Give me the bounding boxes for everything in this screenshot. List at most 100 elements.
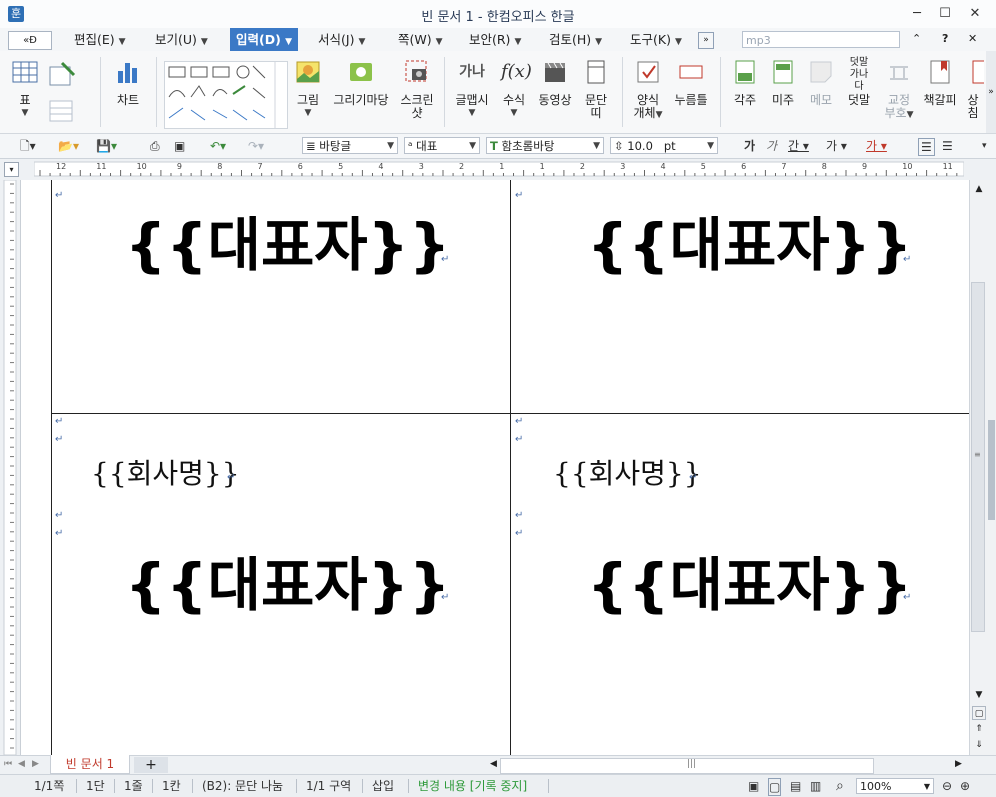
menu-insert[interactable]: 입력(D) ▼: [230, 28, 299, 51]
menu-format[interactable]: 서식(J) ▼: [318, 28, 365, 51]
endnote-icon: [773, 60, 793, 84]
scroll-left-icon[interactable]: ◀: [490, 759, 497, 769]
page-down-icon[interactable]: ⇓: [972, 738, 986, 752]
prev-page-icon[interactable]: ▢: [972, 706, 986, 720]
justify-button[interactable]: ☰: [918, 138, 935, 156]
vertical-ruler[interactable]: [0, 179, 21, 756]
tab-prev-icon[interactable]: ◀: [18, 759, 25, 769]
menu-more-button[interactable]: »: [698, 32, 714, 49]
format-toolbar: 🗋▾ 📂▾ 💾▾ ⎙ ▣ ↶▾ ↷▾ ≣ 바탕글 ▼ ᵃ 대표 ▼ T 함초롬바탕 ▼…: [0, 134, 996, 159]
tab-first-icon[interactable]: ⏮: [4, 759, 12, 769]
bookmark-button[interactable]: 책갈피: [920, 51, 960, 133]
table-button[interactable]: 표 ▼: [6, 51, 44, 133]
more-button[interactable]: 상 침: [962, 51, 984, 133]
representative-field[interactable]: {{대표자}}: [587, 198, 912, 282]
undo-icon[interactable]: ↶▾: [210, 138, 226, 154]
paragraph-mark: ↵: [903, 254, 912, 265]
vertical-scroll-thumb[interactable]: ≡: [971, 282, 985, 632]
status-track-changes[interactable]: 변경 내용 [기록 중지]: [418, 778, 527, 794]
endnote-button[interactable]: 미주: [766, 51, 800, 133]
preview-icon[interactable]: ▣: [174, 138, 185, 154]
view-page-icon[interactable]: ▢: [768, 778, 782, 796]
scroll-down-icon[interactable]: ▼: [972, 688, 986, 702]
company-field[interactable]: {{회사명}}: [553, 452, 702, 492]
shape-gallery[interactable]: [164, 61, 288, 129]
formula-button[interactable]: f(x) 수식 ▼: [496, 51, 532, 133]
representative-field[interactable]: {{대표자}}: [587, 538, 912, 622]
ruler-corner-button[interactable]: ▾: [4, 162, 19, 177]
view-two-page-icon[interactable]: ▤: [790, 778, 801, 794]
view-outline-icon[interactable]: ▥: [810, 778, 821, 794]
help-icon[interactable]: ?: [942, 32, 948, 45]
proof-mark-button[interactable]: 교정 부호▼: [880, 51, 918, 133]
underline-button[interactable]: 간 ▾: [788, 138, 809, 154]
bold-button[interactable]: 가: [744, 138, 755, 154]
open-icon[interactable]: 📂▾: [58, 138, 79, 154]
table-draw-icon[interactable]: [48, 99, 76, 123]
scroll-up-icon[interactable]: ▲: [972, 182, 986, 196]
minimize-button[interactable]: ─: [902, 4, 932, 24]
pressbar-button[interactable]: 누름틀: [670, 51, 712, 133]
company-field[interactable]: {{회사명}}: [91, 452, 240, 492]
cell-style-icon[interactable]: [48, 59, 78, 89]
toolbar-more-icon[interactable]: ▾: [982, 138, 987, 154]
new-doc-icon[interactable]: 🗋▾: [20, 138, 36, 154]
font-select[interactable]: T 함초롬바탕 ▼: [486, 137, 604, 154]
ruler-number: 5: [338, 162, 344, 171]
horizontal-scrollbar[interactable]: |||: [500, 758, 874, 774]
chart-button[interactable]: 차트: [108, 51, 148, 133]
scroll-right-icon[interactable]: ▶: [955, 759, 962, 769]
style-select[interactable]: ≣ 바탕글 ▼: [302, 137, 398, 154]
font-color-button[interactable]: 가 ▾: [866, 138, 887, 154]
footnote-button[interactable]: 각주: [728, 51, 762, 133]
menu-edit[interactable]: 편집(E) ▼: [74, 28, 126, 51]
close-button[interactable]: ✕: [960, 4, 990, 24]
menu-page[interactable]: 쪽(W) ▼: [398, 28, 443, 51]
file-menu-button[interactable]: «Ð: [8, 31, 52, 50]
print-icon[interactable]: ⎙: [150, 138, 160, 154]
redo-icon[interactable]: ↷▾: [248, 138, 264, 154]
zoom-in-icon[interactable]: ⊕: [960, 778, 970, 794]
tab-next-icon[interactable]: ▶: [32, 759, 39, 769]
zoom-out-icon[interactable]: ⊖: [942, 778, 952, 794]
representative-field[interactable]: {{대표자}}: [125, 538, 450, 622]
font-size-select[interactable]: ⇳ 10.0 pt ▼: [610, 137, 718, 154]
memo-button[interactable]: 메모: [804, 51, 838, 133]
representative-field[interactable]: {{대표자}}: [125, 198, 450, 282]
menu-tools[interactable]: 도구(K) ▼: [630, 28, 682, 51]
zoom-select[interactable]: 100% ▼: [856, 778, 934, 794]
ribbon-collapse-icon[interactable]: ⌃: [912, 32, 921, 45]
menu-security[interactable]: 보안(R) ▼: [469, 28, 521, 51]
document-tab[interactable]: 빈 문서 1: [50, 755, 130, 774]
document-canvas[interactable]: ↵ {{대표자}} ↵ ↵ {{대표자}} ↵ ↵ ↵ {{회사명}} ↵ ↵ …: [21, 180, 969, 755]
ruler-number: 2: [459, 162, 465, 171]
zoom-icon[interactable]: ⌕: [836, 778, 844, 794]
view-normal-icon[interactable]: ▣: [748, 778, 759, 794]
overlap-text-button[interactable]: 덧말 가나다 덧말: [840, 51, 878, 133]
ruler-number: 12: [56, 162, 67, 171]
page-up-icon[interactable]: ⇑: [972, 722, 986, 736]
menu-review[interactable]: 검토(H) ▼: [549, 28, 602, 51]
horizontal-ruler[interactable]: ▾ 12 11 10 9 8 7 6 5 4 3 2 1 1 2 3 4 5 6 7 8 9 10 11: [0, 159, 996, 181]
picture-button[interactable]: 그림 ▼: [292, 51, 324, 133]
drawing-market-button[interactable]: 그리기마당: [330, 51, 392, 133]
search-input[interactable]: mp3: [742, 31, 900, 48]
italic-button[interactable]: 가: [766, 138, 777, 154]
save-icon[interactable]: 💾▾: [96, 138, 117, 154]
align-left-button[interactable]: ☰: [942, 138, 953, 154]
strikethrough-button[interactable]: 가 ▾: [826, 138, 847, 154]
form-object-icon: [637, 61, 659, 83]
language-select[interactable]: ᵃ 대표 ▼: [404, 137, 480, 154]
ribbon-scroll-icon[interactable]: »: [986, 51, 996, 133]
wordart-button[interactable]: 가나 글맵시 ▼: [452, 51, 492, 133]
video-button[interactable]: 동영상: [534, 51, 576, 133]
screenshot-button[interactable]: 스크린 샷: [396, 51, 438, 133]
status-mode[interactable]: 삽입: [372, 778, 394, 794]
form-object-button[interactable]: 양식 개체▼: [630, 51, 666, 133]
maximize-button[interactable]: ☐: [930, 4, 960, 24]
doc-close-icon[interactable]: ✕: [968, 32, 977, 45]
add-tab-button[interactable]: +: [134, 757, 168, 773]
menu-view[interactable]: 보기(U) ▼: [155, 28, 208, 51]
para-band-button[interactable]: 문단 띠: [578, 51, 614, 133]
ruler-number: 6: [297, 162, 303, 171]
